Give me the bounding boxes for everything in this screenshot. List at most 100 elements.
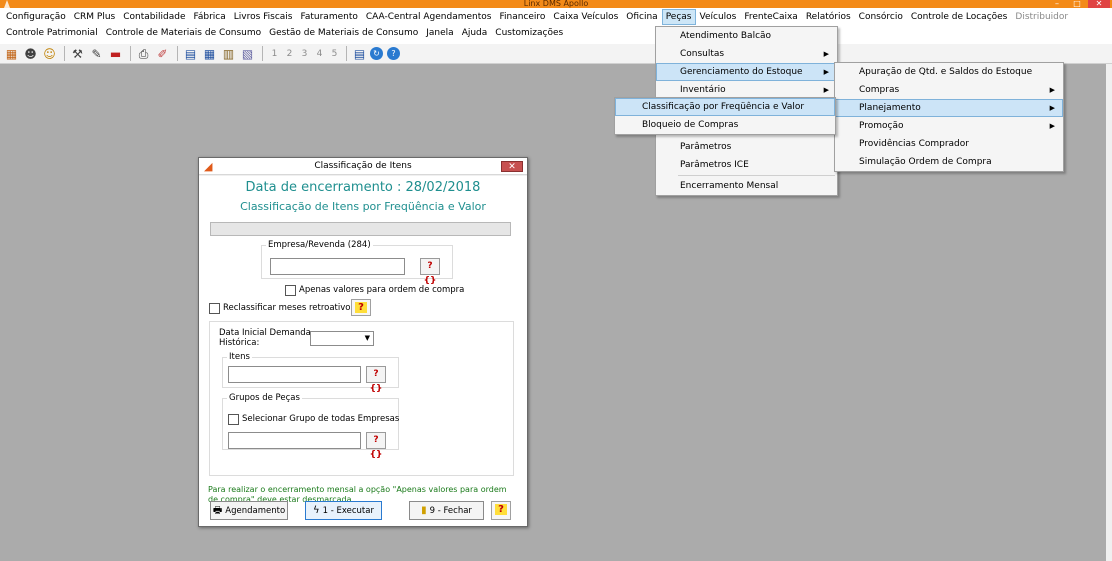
menu-contabilidade[interactable]: Contabilidade: [119, 9, 189, 25]
menu-livros-fiscais[interactable]: Livros Fiscais: [230, 9, 297, 25]
menu-controle-de-materiais-de-consumo[interactable]: Controle de Materiais de Consumo: [102, 25, 265, 41]
user-group-icon[interactable]: ☻: [22, 46, 39, 62]
menu-item-compras[interactable]: Compras ▶: [835, 81, 1063, 99]
menu-item-encerramento-mensal[interactable]: Encerramento Mensal: [656, 177, 837, 195]
menu-financeiro[interactable]: Financeiro: [495, 9, 549, 25]
report-icon[interactable]: ▧: [239, 46, 256, 62]
fechar-label: 9 - Fechar: [429, 506, 472, 516]
selecionar-grupo-checkbox[interactable]: [228, 414, 239, 425]
document-icon[interactable]: ▤: [351, 46, 368, 62]
menu-item-classificacao-por-frequencia-e-valor[interactable]: Classificação por Freqüência e Valor: [615, 98, 835, 116]
dialog-title-bar: ◢ Classificação de Itens ✕: [199, 158, 527, 175]
itens-lookup-button[interactable]: ?{}: [366, 366, 386, 394]
chevron-right-icon: ▶: [1049, 86, 1055, 94]
calculator-icon[interactable]: ▦: [3, 46, 20, 62]
menu-configuracao[interactable]: Configuração: [2, 9, 70, 25]
menu-faturamento[interactable]: Faturamento: [297, 9, 362, 25]
close-window-button[interactable]: ✕: [1088, 0, 1110, 8]
exit-door-icon: ▮: [421, 505, 427, 516]
menu-item-label: Planejamento: [859, 103, 921, 113]
menu-caa-central-agendamentos[interactable]: CAA-Central Agendamentos: [362, 9, 496, 25]
menu-janela[interactable]: Janela: [422, 25, 457, 41]
menu-consorcio[interactable]: Consórcio: [855, 9, 907, 25]
menu-item-label: Apuração de Qtd. e Saldos do Estoque: [859, 67, 1033, 77]
menu-controle-de-locacoes[interactable]: Controle de Locações: [907, 9, 1012, 25]
menu-pecas[interactable]: Peças: [661, 9, 696, 25]
maximize-button[interactable]: □: [1070, 0, 1084, 8]
menu-item-parametros-ice[interactable]: Parâmetros ICE: [656, 156, 837, 174]
grid-icon[interactable]: ▦: [201, 46, 218, 62]
menu-oficina[interactable]: Oficina: [622, 9, 661, 25]
executar-button[interactable]: ϟ1 - Executar: [305, 501, 382, 520]
user-icon[interactable]: ☺: [41, 46, 58, 62]
menu-frentecaixa[interactable]: FrenteCaixa: [740, 9, 801, 25]
menu-item-bloqueio-de-compras[interactable]: Bloqueio de Compras: [615, 116, 835, 134]
menu-crm-plus[interactable]: CRM Plus: [70, 9, 119, 25]
reclassificar-checkbox[interactable]: [209, 303, 220, 314]
data-inicial-combo[interactable]: ▼: [310, 331, 374, 346]
empresa-lookup-button[interactable]: ?{}: [420, 258, 440, 286]
tools-icon[interactable]: ⚒: [69, 46, 86, 62]
window-number-5[interactable]: 5: [327, 49, 342, 59]
empresa-input[interactable]: [270, 258, 405, 275]
help-icon[interactable]: ?: [387, 47, 400, 60]
menu-item-apuracao-de-qtd-e-saldos-do-estoque[interactable]: Apuração de Qtd. e Saldos do Estoque: [835, 63, 1063, 81]
apenas-valores-checkbox[interactable]: [285, 285, 296, 296]
menu-gestao-de-materiais-de-consumo[interactable]: Gestão de Materiais de Consumo: [265, 25, 422, 41]
progress-bar: [210, 222, 511, 236]
toolbar-separator: [64, 46, 65, 61]
refresh-icon[interactable]: ↻: [370, 47, 383, 60]
menu-item-parametros[interactable]: Parâmetros: [656, 138, 837, 156]
menu-fabrica[interactable]: Fábrica: [189, 9, 229, 25]
dialog-body: Data de encerramento : 28/02/2018 Classi…: [199, 176, 527, 526]
minimize-button[interactable]: –: [1050, 0, 1064, 8]
menu-caixa-veiculos[interactable]: Caixa Veículos: [549, 9, 622, 25]
calendar-icon[interactable]: ▤: [182, 46, 199, 62]
toolbar-separator: [130, 46, 131, 61]
agendamento-button[interactable]: 🖶 Agendamento: [210, 501, 288, 520]
lookup-icon: ?{}: [369, 435, 383, 460]
menu-distribuidor[interactable]: Distribuidor: [1011, 9, 1072, 25]
menu-item-label: Compras: [859, 85, 900, 95]
menu-item-simulacao-ordem-de-compra[interactable]: Simulação Ordem de Compra: [835, 153, 1063, 171]
window-number-3[interactable]: 3: [297, 49, 312, 59]
planejamento-submenu: Classificação por Freqüência e Valor Bloq…: [614, 97, 836, 135]
window-number-1[interactable]: 1: [267, 49, 282, 59]
menu-separator: [678, 175, 835, 176]
dialog-close-button[interactable]: ✕: [501, 161, 523, 172]
lookup-icon: ?{}: [369, 369, 383, 394]
menu-veiculos[interactable]: Veículos: [696, 9, 741, 25]
window-number-2[interactable]: 2: [282, 49, 297, 59]
chevron-right-icon: ▶: [823, 68, 829, 76]
menu-item-promocao[interactable]: Promoção ▶: [835, 117, 1063, 135]
window-number-4[interactable]: 4: [312, 49, 327, 59]
menu-item-consultas[interactable]: Consultas ▶: [656, 45, 837, 63]
menu-item-providencias-comprador[interactable]: Providências Comprador: [835, 135, 1063, 153]
grupos-input[interactable]: [228, 432, 361, 449]
menu-ajuda[interactable]: Ajuda: [458, 25, 492, 41]
edit-icon[interactable]: ✐: [154, 46, 171, 62]
menu-item-atendimento-balcao[interactable]: Atendimento Balcão: [656, 27, 837, 45]
fechar-button[interactable]: ▮ 9 - Fechar: [409, 501, 484, 520]
menu-item-planejamento[interactable]: Planejamento ▶: [835, 99, 1063, 117]
itens-input[interactable]: [228, 366, 361, 383]
reclassificar-help-button[interactable]: ?: [351, 299, 371, 316]
filters-group: Data Inicial Demanda Histórica: ▼ Itens …: [209, 321, 514, 476]
menu-item-label: Parâmetros: [680, 142, 732, 152]
toolbar: ▦ ☻ ☺ ⚒ ✎ ▬ ⎙ ✐ ▤ ▦ ▥ ▧ 1 2 3 4 5 ▤ ↻?: [0, 44, 1112, 64]
grupos-lookup-button[interactable]: ?{}: [366, 432, 386, 460]
dialog-subtitle: Classificação de Itens por Freqüência e …: [240, 200, 486, 213]
wrench-icon[interactable]: ✎: [88, 46, 105, 62]
printer-icon[interactable]: ⎙: [135, 46, 152, 62]
car-icon[interactable]: ▬: [107, 46, 124, 62]
lookup-icon: ?{}: [423, 261, 437, 286]
menu-item-label: Consultas: [680, 49, 725, 59]
dialog-help-button[interactable]: ?: [491, 501, 511, 520]
selecionar-grupo-label: Selecionar Grupo de todas Empresas: [242, 414, 400, 424]
menu-customizacoes[interactable]: Customizações: [491, 25, 567, 41]
menu-relatorios[interactable]: Relatórios: [802, 9, 855, 25]
chart-icon[interactable]: ▥: [220, 46, 237, 62]
menu-controle-patrimonial[interactable]: Controle Patrimonial: [2, 25, 102, 41]
menu-item-gerenciamento-do-estoque[interactable]: Gerenciamento do Estoque ▶: [656, 63, 837, 81]
menu-item-label: Providências Comprador: [859, 139, 969, 149]
